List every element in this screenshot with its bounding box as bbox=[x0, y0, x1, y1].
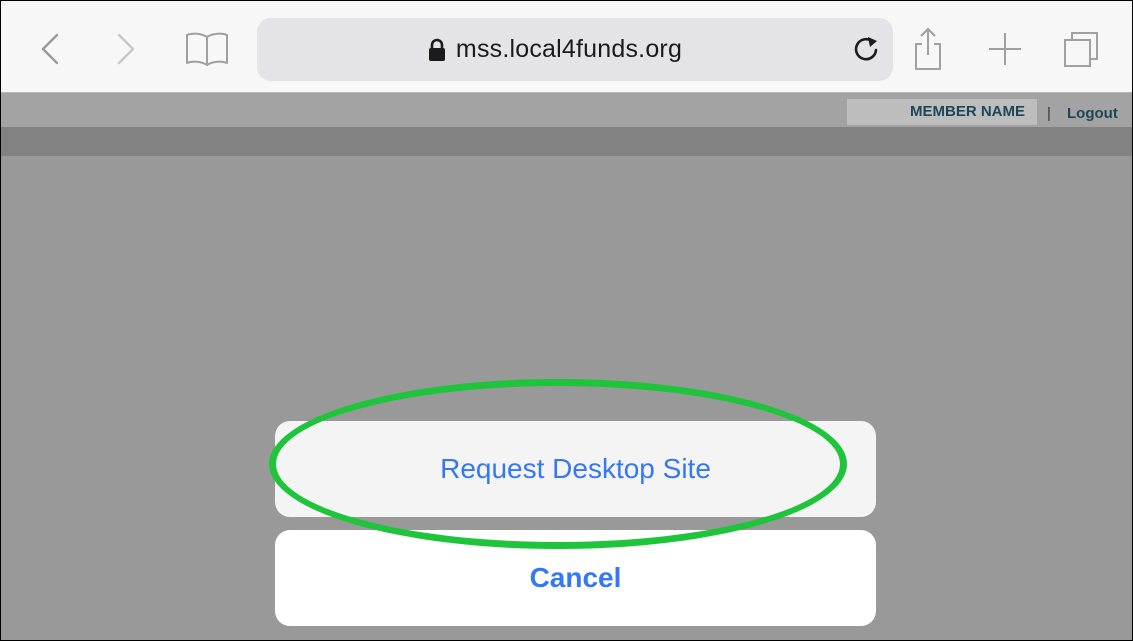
plus-icon[interactable] bbox=[985, 27, 1025, 71]
request-desktop-site-button[interactable]: Request Desktop Site bbox=[275, 421, 876, 517]
cancel-button[interactable]: Cancel bbox=[275, 530, 876, 626]
logout-link[interactable]: Logout bbox=[1067, 105, 1118, 122]
url-text: mss.local4funds.org bbox=[455, 35, 683, 63]
url-display[interactable]: mss.local4funds.org bbox=[257, 18, 893, 81]
lock-icon bbox=[428, 38, 446, 62]
address-bar[interactable]: mss.local4funds.org bbox=[257, 18, 893, 81]
share-icon[interactable] bbox=[908, 27, 948, 71]
chevron-right-icon[interactable] bbox=[105, 27, 145, 71]
reload-icon[interactable] bbox=[849, 32, 883, 66]
member-name-box: MEMBER NAME bbox=[847, 99, 1037, 125]
member-name: MEMBER NAME bbox=[910, 103, 1025, 120]
safari-toolbar: mss.local4funds.org bbox=[1, 1, 1132, 93]
header-separator: | bbox=[1047, 105, 1051, 122]
page-nav-bar bbox=[1, 127, 1132, 156]
open-book-icon[interactable] bbox=[183, 27, 231, 71]
browser-window: mss.local4funds.org MEMBER NAME | Logout… bbox=[0, 0, 1133, 641]
member-header: MEMBER NAME | Logout bbox=[1, 93, 1132, 127]
chevron-left-icon[interactable] bbox=[31, 27, 71, 71]
tabs-icon[interactable] bbox=[1061, 27, 1101, 71]
